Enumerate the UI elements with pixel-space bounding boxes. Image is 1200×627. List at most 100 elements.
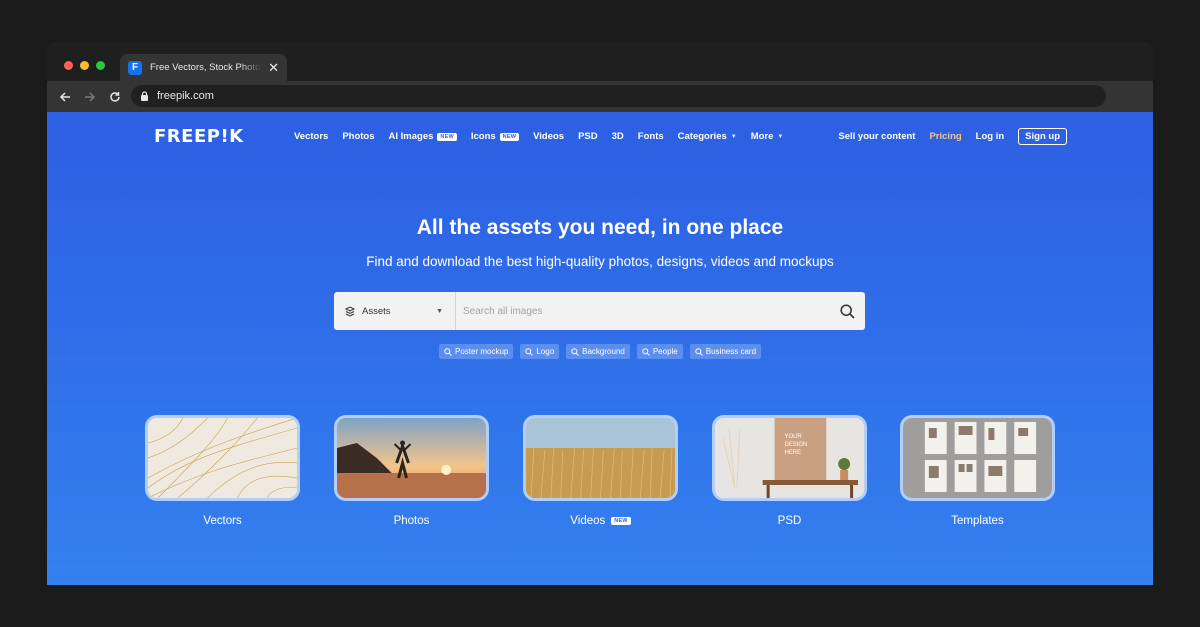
nav-vectors[interactable]: Vectors: [294, 131, 328, 142]
chevron-down-icon: ▼: [436, 307, 443, 315]
new-badge: NEW: [437, 132, 457, 141]
freepik-favicon-icon: F: [128, 60, 142, 75]
browser-tabbar: F Free Vectors, Stock Photos ✕: [47, 42, 1153, 81]
search-icon: [642, 347, 650, 356]
browser-window: F Free Vectors, Stock Photos ✕ freepik.c…: [47, 42, 1153, 585]
address-bar[interactable]: freepik.com: [131, 85, 1106, 107]
asset-type-dropdown[interactable]: Assets ▼: [334, 292, 456, 330]
nav-photos[interactable]: Photos: [342, 131, 374, 142]
category-card-vectors[interactable]: Vectors: [145, 415, 300, 527]
hero-title: All the assets you need, in one place: [416, 216, 784, 239]
search-icon: [695, 347, 703, 356]
nav-icons-label: Icons: [470, 131, 496, 142]
search-icon: [525, 347, 534, 356]
gold-line-art-image: [148, 418, 297, 498]
nav-icons[interactable]: Icons NEW: [470, 131, 520, 142]
forward-button[interactable]: [83, 90, 97, 104]
nav-categories[interactable]: Categories ▼: [678, 131, 737, 142]
reload-button[interactable]: [108, 90, 122, 104]
sell-content-link[interactable]: Sell your content: [838, 131, 915, 142]
nav-fonts[interactable]: Fonts: [638, 131, 664, 142]
chip-background[interactable]: Background: [566, 344, 630, 359]
top-navigation: FREEP!K Vectors Photos AI Images NEW Icon…: [47, 126, 1153, 148]
browser-tab[interactable]: F Free Vectors, Stock Photos ✕: [120, 54, 287, 81]
new-badge: NEW: [499, 132, 520, 141]
browser-toolbar: freepik.com: [47, 81, 1153, 112]
search-input[interactable]: [456, 292, 829, 330]
nav-psd-label: PSD: [578, 131, 598, 142]
search-icon: [839, 303, 855, 319]
new-badge: NEW: [611, 517, 631, 525]
freepik-page: FREEP!K Vectors Photos AI Images NEW Icon…: [47, 112, 1153, 585]
search-bar: Assets ▼: [334, 292, 865, 330]
category-label: PSD: [712, 515, 867, 527]
account-nav: Sell your content Pricing Log in Sign up: [838, 128, 1067, 145]
photos-thumbnail: [334, 415, 489, 501]
nav-ai-images[interactable]: AI Images NEW: [389, 131, 457, 142]
chip-label: People: [652, 347, 678, 356]
category-card-videos[interactable]: Videos NEW: [523, 415, 678, 527]
asset-type-label: Assets: [362, 305, 391, 317]
back-button[interactable]: [58, 90, 72, 104]
chip-label: Background: [582, 347, 625, 356]
freepik-logo[interactable]: FREEP!K: [154, 126, 244, 147]
nav-psd[interactable]: PSD: [578, 131, 598, 142]
nav-more-label: More: [750, 131, 774, 142]
chip-label: Business card: [705, 347, 757, 356]
nav-3d-label: 3D: [611, 131, 624, 142]
signup-button[interactable]: Sign up: [1018, 128, 1067, 145]
minimize-window-button[interactable]: [80, 61, 89, 70]
hero-subtitle: Find and download the best high-quality …: [366, 254, 834, 269]
category-label: Photos: [334, 515, 489, 527]
chip-label: Poster mockup: [454, 347, 509, 356]
category-label-text: Vectors: [203, 515, 242, 527]
pricing-link[interactable]: Pricing: [929, 131, 961, 142]
chevron-down-icon: ▼: [730, 133, 737, 140]
poster-mockup-image: YOUR DESIGN HERE: [715, 418, 864, 498]
mockup-text-line-3: HERE: [785, 450, 802, 456]
category-label-text: PSD: [777, 515, 802, 527]
nav-more[interactable]: More ▼: [751, 131, 784, 142]
nav-vectors-label: Vectors: [294, 131, 329, 142]
tab-close-icon[interactable]: ✕: [268, 60, 279, 76]
chip-logo[interactable]: Logo: [520, 344, 560, 359]
chip-business-card[interactable]: Business card: [689, 344, 762, 359]
search-button[interactable]: [829, 292, 865, 330]
maximize-window-button[interactable]: [96, 61, 105, 70]
chip-poster-mockup[interactable]: Poster mockup: [438, 344, 514, 359]
nav-videos-label: Videos: [533, 131, 565, 142]
category-label: Templates: [900, 515, 1055, 527]
tab-title: Free Vectors, Stock Photos: [150, 62, 263, 73]
close-window-button[interactable]: [64, 61, 73, 70]
search-icon: [571, 347, 579, 356]
psd-thumbnail: YOUR DESIGN HERE: [712, 415, 867, 501]
templates-thumbnail: [900, 415, 1055, 501]
category-label-text: Videos: [570, 515, 606, 527]
chip-label: Logo: [536, 347, 555, 356]
reload-icon: [110, 91, 120, 102]
mockup-text-line-2: DESIGN: [785, 442, 808, 448]
template-pages-image: [903, 418, 1052, 498]
category-card-templates[interactable]: Templates: [900, 415, 1055, 527]
nav-photos-label: Photos: [342, 131, 375, 142]
suggested-searches: Poster mockup Logo Background People Bus…: [47, 344, 1153, 359]
category-card-psd[interactable]: YOUR DESIGN HERE PSD: [712, 415, 867, 527]
login-link[interactable]: Log in: [976, 131, 1005, 142]
category-card-photos[interactable]: Photos: [334, 415, 489, 527]
arrow-right-icon: [85, 91, 96, 102]
nav-ai-images-label: AI Images: [388, 131, 434, 142]
category-cards: Vectors Photos Videos NEW YOUR DESIGN HE…: [145, 415, 1055, 530]
nav-3d[interactable]: 3D: [612, 131, 624, 142]
sunset-beach-image: [337, 418, 486, 498]
wheat-field-image: [526, 418, 675, 498]
nav-fonts-label: Fonts: [637, 131, 664, 142]
search-icon: [444, 347, 452, 356]
category-label-text: Photos: [393, 515, 430, 527]
nav-videos[interactable]: Videos: [533, 131, 564, 142]
chip-people[interactable]: People: [636, 344, 683, 359]
chevron-down-icon: ▼: [777, 133, 784, 140]
nav-categories-label: Categories: [677, 131, 727, 142]
category-label: Vectors: [145, 515, 300, 527]
category-label: Videos NEW: [523, 515, 678, 527]
vectors-thumbnail: [145, 415, 300, 501]
